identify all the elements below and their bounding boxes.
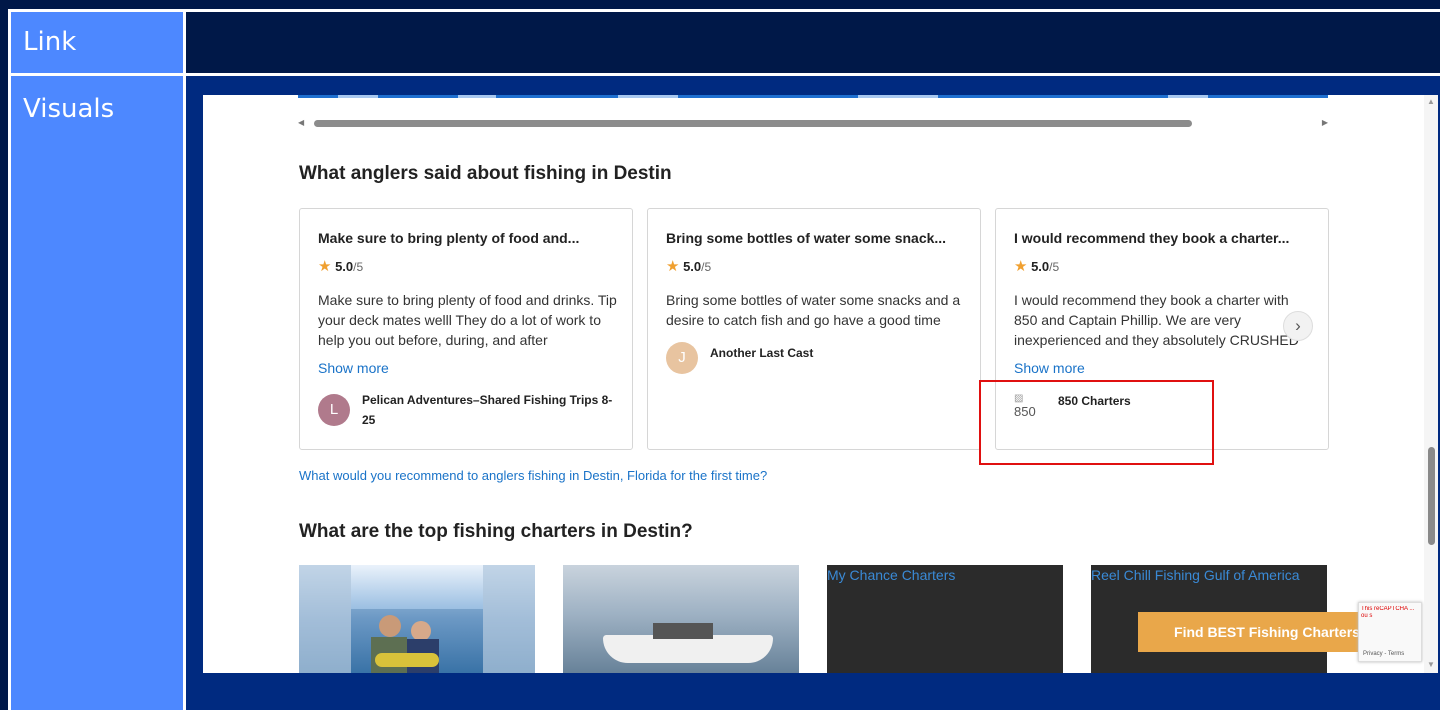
star-icon: ★ — [666, 258, 680, 275]
scroll-left-arrow-icon[interactable]: ◀ — [298, 118, 304, 127]
vertical-scroll-thumb[interactable] — [1428, 447, 1435, 545]
review-card: Make sure to bring plenty of food and...… — [299, 208, 633, 450]
horizontal-scrollbar[interactable]: ◀ ▶ — [298, 118, 1328, 127]
scroll-right-arrow-icon[interactable]: ▶ — [1322, 118, 1328, 127]
star-icon: ★ — [318, 258, 332, 275]
highlight-annotation-box — [979, 380, 1214, 465]
scroll-down-arrow-icon[interactable]: ▼ — [1427, 660, 1435, 669]
vertical-scrollbar[interactable]: ▲ ▼ — [1424, 95, 1438, 673]
carousel-next-button[interactable]: › — [1283, 311, 1313, 341]
scroll-up-arrow-icon[interactable]: ▲ — [1427, 97, 1435, 106]
review-card: Bring some bottles of water some snack..… — [647, 208, 981, 450]
page-screenshot: ◀ ▶ What anglers said about fishing in D… — [203, 95, 1438, 673]
show-more-link[interactable]: Show more — [1014, 360, 1085, 376]
recaptcha-badge[interactable]: This reCAPTCHA ... ou s Privacy - Terms — [1358, 602, 1422, 662]
show-more-link[interactable]: Show more — [318, 360, 389, 376]
row-label-link: Link — [11, 12, 183, 73]
boat-photo — [603, 635, 773, 663]
charter-card-image[interactable]: My Chance Charters — [827, 565, 1063, 673]
review-body: I would recommend they book a charter wi… — [1014, 292, 1299, 348]
review-title: Bring some bottles of water some snack..… — [666, 230, 947, 246]
charters-heading: What are the top fishing charters in Des… — [299, 521, 693, 542]
avatar: L — [318, 394, 350, 426]
recaptcha-terms[interactable]: Privacy - Terms — [1363, 651, 1404, 657]
anglers-photo — [369, 605, 449, 673]
review-rating: ★ 5.0/5 — [1014, 257, 1059, 275]
review-author[interactable]: Another Last Cast — [710, 343, 813, 363]
broken-image-alt: Reel Chill Fishing Gulf of America — [1091, 567, 1300, 583]
row-label-visuals: Visuals — [11, 76, 183, 710]
horizontal-scroll-thumb[interactable] — [314, 120, 1192, 127]
broken-image-alt: My Chance Charters — [827, 567, 956, 583]
frame-top — [0, 0, 1440, 9]
rating-score: 5.0 — [335, 259, 354, 274]
rating-score: 5.0 — [1031, 259, 1050, 274]
link-cell — [186, 12, 1440, 73]
recommend-question-link[interactable]: What would you recommend to anglers fish… — [299, 468, 767, 483]
recaptcha-note: This reCAPTCHA ... ou s — [1361, 606, 1415, 619]
review-rating: ★ 5.0/5 — [318, 257, 363, 275]
star-icon: ★ — [1014, 258, 1028, 275]
charter-card-image[interactable] — [299, 565, 535, 673]
avatar: J — [666, 342, 698, 374]
reviews-heading: What anglers said about fishing in Desti… — [299, 163, 672, 184]
review-rating: ★ 5.0/5 — [666, 257, 711, 275]
review-title: Make sure to bring plenty of food and... — [318, 230, 580, 246]
rating-max: /5 — [701, 260, 712, 274]
review-author[interactable]: Pelican Adventures–Shared Fishing Trips … — [362, 390, 622, 430]
charter-card-image[interactable] — [563, 565, 799, 673]
rating-score: 5.0 — [683, 259, 702, 274]
rating-max: /5 — [1049, 260, 1060, 274]
image-carousel-strip — [298, 95, 1328, 98]
review-title: I would recommend they book a charter... — [1014, 230, 1290, 246]
review-body: Bring some bottles of water some snacks … — [666, 292, 961, 328]
rating-max: /5 — [353, 260, 364, 274]
review-body: Make sure to bring plenty of food and dr… — [318, 292, 617, 348]
